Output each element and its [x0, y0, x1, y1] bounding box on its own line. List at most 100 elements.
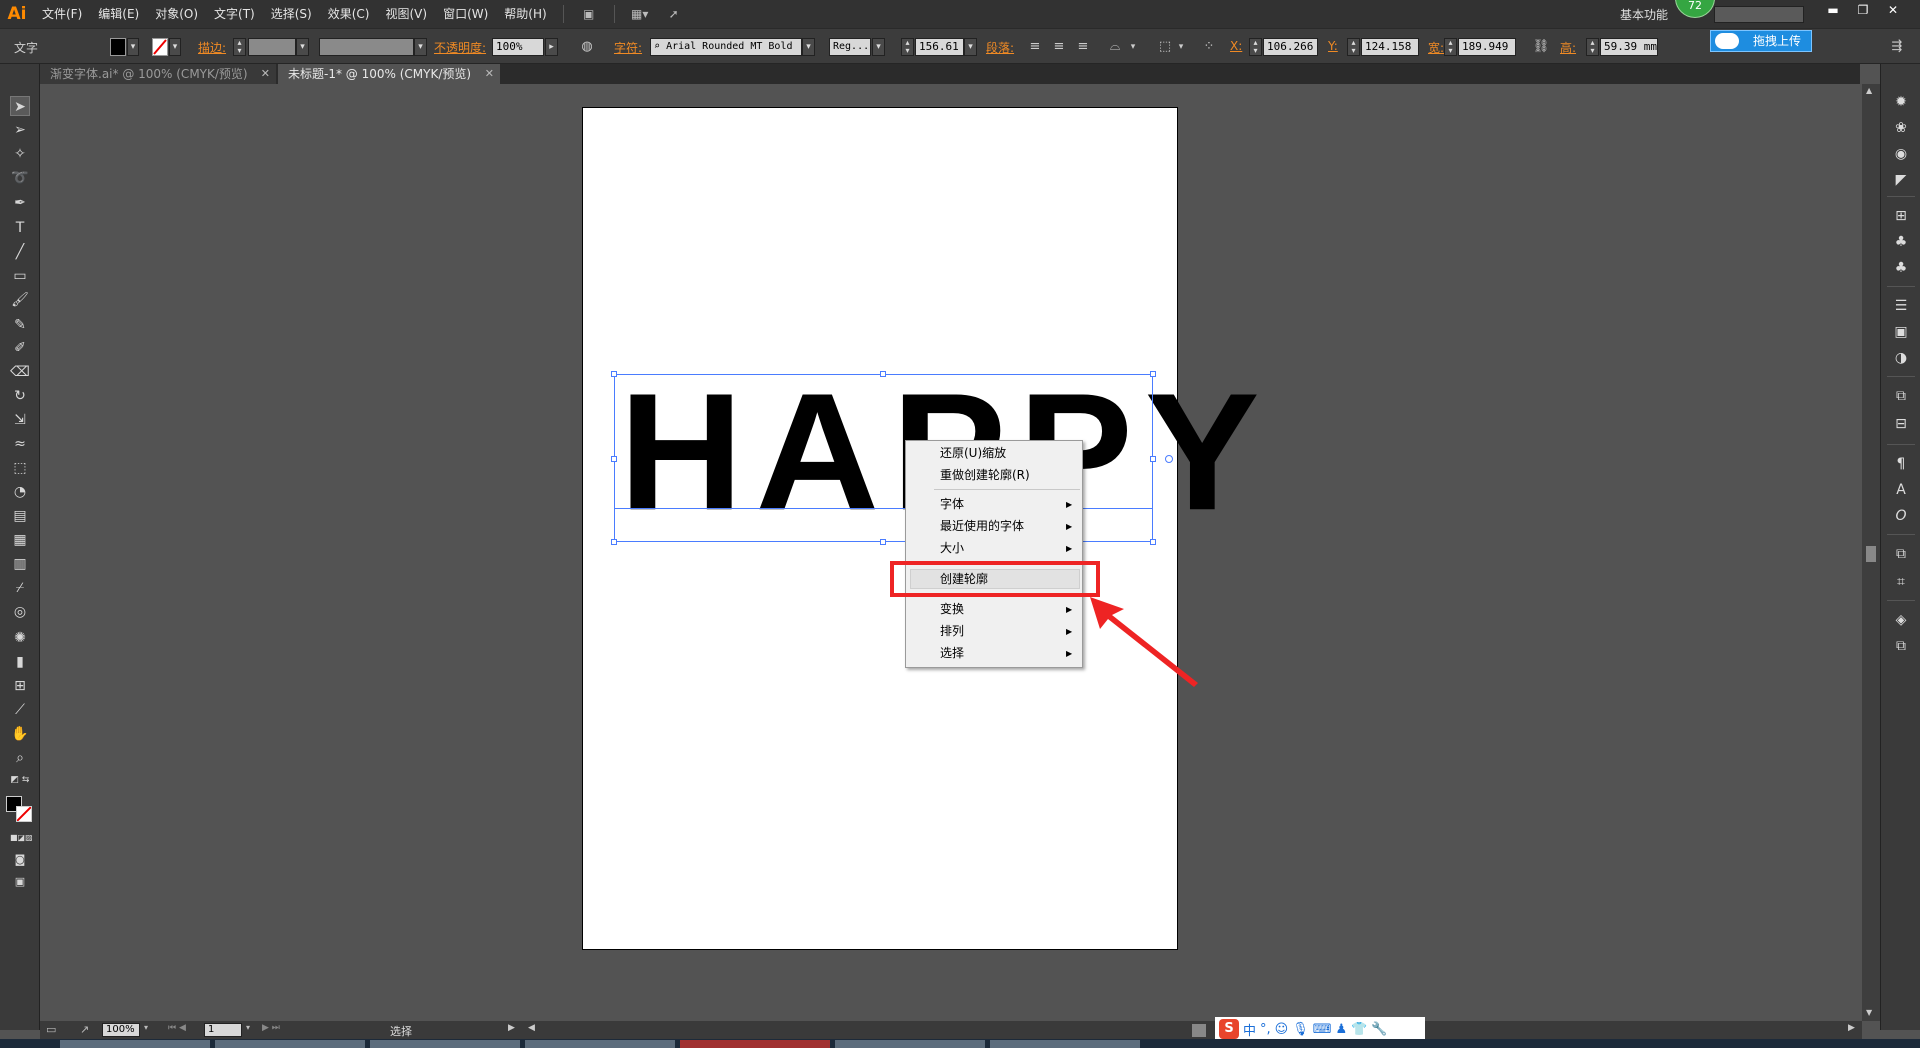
reference-point-icon[interactable]: ⁘ [1200, 38, 1218, 56]
scale-tool-icon[interactable]: ⇲ [10, 410, 30, 430]
stroke-panel-icon[interactable]: ☰ [1891, 296, 1911, 316]
stroke-weight-field[interactable] [248, 38, 296, 56]
eyedropper-tool-icon[interactable]: ⌿ [10, 578, 30, 598]
stroke-dropdown[interactable]: ▾ [169, 38, 181, 56]
vertical-scrollbar[interactable]: ▲ ▼ [1862, 84, 1880, 1021]
symbols-icon[interactable]: ⊞ [1891, 206, 1911, 226]
resize-handle[interactable] [880, 539, 886, 545]
paragraph-label[interactable]: 段落: [986, 39, 1014, 56]
height-field[interactable]: 59.39 mm [1600, 38, 1658, 56]
menu-effect[interactable]: 效果(C) [320, 0, 378, 28]
last-artboard-icon[interactable]: ▶ ⏭ [262, 1023, 280, 1033]
pathfinder-icon[interactable]: ⧉ [1891, 544, 1911, 564]
variable-width-dropdown[interactable]: ▾ [414, 38, 427, 56]
menu-window[interactable]: 窗口(W) [435, 0, 496, 28]
layers-icon[interactable]: ◈ [1891, 610, 1911, 630]
vertical-scroll-thumb[interactable] [1866, 546, 1876, 562]
opentype-panel-icon[interactable]: O [1891, 506, 1911, 526]
warp-tool-icon[interactable]: ≈ [10, 434, 30, 454]
swatches-icon[interactable]: ◉ [1891, 144, 1911, 164]
type-tool-icon[interactable]: T [10, 218, 30, 238]
column-graph-tool-icon[interactable]: ▮ [10, 652, 30, 672]
color-guide-icon[interactable]: ❀ [1891, 118, 1911, 138]
y-label[interactable]: Y: [1328, 39, 1338, 53]
width-stepper[interactable]: ▴ ▾ [1444, 38, 1457, 56]
fill-dropdown[interactable]: ▾ [127, 38, 139, 56]
restore-button[interactable]: ❐ [1848, 0, 1878, 20]
skin-icon[interactable]: 👕 [1351, 1022, 1367, 1037]
stroke-label[interactable]: 描边: [198, 39, 226, 56]
arrange-documents-icon[interactable]: ▦▾ [629, 5, 651, 23]
brushes-icon[interactable]: ◤ [1891, 170, 1911, 190]
x-label[interactable]: X: [1230, 39, 1242, 53]
minimize-button[interactable]: ▬ [1818, 0, 1848, 20]
opacity-dropdown[interactable]: ▸ [545, 38, 558, 56]
scroll-left-icon[interactable]: ◀ [528, 1023, 535, 1033]
font-family-dropdown[interactable]: ▾ [802, 38, 815, 56]
x-stepper[interactable]: ▴ ▾ [1249, 38, 1262, 56]
variable-width-field[interactable] [319, 38, 414, 56]
artboard-dropdown-icon[interactable]: ▾ [246, 1023, 250, 1032]
links-panel-icon[interactable]: ⧉ [1891, 636, 1911, 656]
pen-tool-icon[interactable]: ✒ [10, 193, 30, 213]
upload-button[interactable]: 拖拽上传 [1710, 30, 1812, 52]
perspective-grid-tool-icon[interactable]: ▤ [10, 506, 30, 526]
character-label[interactable]: 字符: [614, 39, 642, 56]
taskbar-item[interactable] [835, 1040, 985, 1048]
scroll-up-icon[interactable]: ▲ [1866, 86, 1872, 95]
menu-view[interactable]: 视图(V) [377, 0, 435, 28]
taskbar-item[interactable] [60, 1040, 210, 1048]
y-field[interactable]: 124.158 [1361, 38, 1419, 56]
font-size-stepper[interactable]: ▴ ▾ [901, 38, 914, 56]
stroke-color-swatch[interactable] [16, 806, 32, 822]
panel-menu-icon[interactable]: ⇶ [1888, 38, 1906, 56]
free-transform-tool-icon[interactable]: ⬚ [10, 458, 30, 478]
selection-tool-icon[interactable]: ➤ [10, 96, 30, 116]
width-field[interactable]: 189.949 [1458, 38, 1516, 56]
menu-file[interactable]: 文件(F) [34, 0, 90, 28]
lasso-tool-icon[interactable]: ➰ [10, 168, 30, 188]
height-stepper[interactable]: ▴ ▾ [1586, 38, 1599, 56]
envelope-dropdown-icon[interactable]: ▾ [1124, 38, 1142, 56]
font-family-field[interactable]: ⌕ Arial Rounded MT Bold [650, 38, 802, 56]
menu-item-size[interactable]: 大小 [940, 538, 964, 558]
menu-item-arrange[interactable]: 排列 [940, 621, 964, 641]
zoom-field[interactable]: 100% [102, 1023, 140, 1037]
paragraph-panel-icon[interactable]: ¶ [1891, 454, 1911, 474]
scroll-right-icon[interactable]: ▶ [1848, 1023, 1855, 1033]
artboards-panel-icon[interactable]: ⌗ [1891, 572, 1911, 592]
workspace-switcher[interactable]: 基本功能 [1620, 6, 1668, 23]
blob-brush-tool-icon[interactable]: ✐ [10, 338, 30, 358]
color-panel-icon[interactable]: ✹ [1891, 92, 1911, 112]
direct-selection-tool-icon[interactable]: ➢ [10, 120, 30, 140]
punctuation-icon[interactable]: °, [1260, 1022, 1271, 1037]
taskbar-item[interactable] [215, 1040, 365, 1048]
transparency-icon[interactable]: ◑ [1891, 348, 1911, 368]
font-size-field[interactable]: 156.61 [915, 38, 964, 56]
status-menu-icon[interactable]: ▶ [508, 1023, 515, 1033]
zoom-dropdown-icon[interactable]: ▾ [144, 1023, 148, 1032]
resize-handle[interactable] [1150, 456, 1156, 462]
constrain-link-icon[interactable]: ⛓ [1532, 38, 1550, 56]
mesh-tool-icon[interactable]: ▦ [10, 530, 30, 550]
symbol-sprayer-tool-icon[interactable]: ✺ [10, 628, 30, 648]
align-panel-icon[interactable]: ⊟ [1891, 414, 1911, 434]
graphic-styles-icon[interactable]: ♣ [1891, 232, 1911, 252]
user-icon[interactable]: ♟ [1336, 1022, 1348, 1037]
slice-tool-icon[interactable]: ⟋ [10, 700, 30, 720]
paintbrush-tool-icon[interactable]: 🖌 [10, 290, 30, 310]
artboard-tool-icon[interactable]: ⊞ [10, 676, 30, 696]
menu-edit[interactable]: 编辑(E) [90, 0, 147, 28]
taskbar-item[interactable] [990, 1040, 1140, 1048]
default-colors-icon[interactable]: ◩ ⇆ [10, 770, 30, 790]
bridge-icon[interactable]: ▣ [578, 5, 600, 23]
tab-document-1[interactable]: 渐变字体.ai* @ 100% (CMYK/预览) ✕ [40, 64, 276, 84]
text-out-port[interactable] [1165, 455, 1173, 463]
stroke-stepper[interactable]: ▴ ▾ [233, 38, 246, 56]
width-label[interactable]: 宽: [1428, 39, 1444, 56]
height-label[interactable]: 高: [1560, 39, 1576, 56]
first-artboard-icon[interactable]: ⏮ ◀ [168, 1023, 186, 1033]
menu-type[interactable]: 文字(T) [206, 0, 263, 28]
close-tab-icon[interactable]: ✕ [485, 64, 494, 84]
resize-handle[interactable] [880, 371, 886, 377]
